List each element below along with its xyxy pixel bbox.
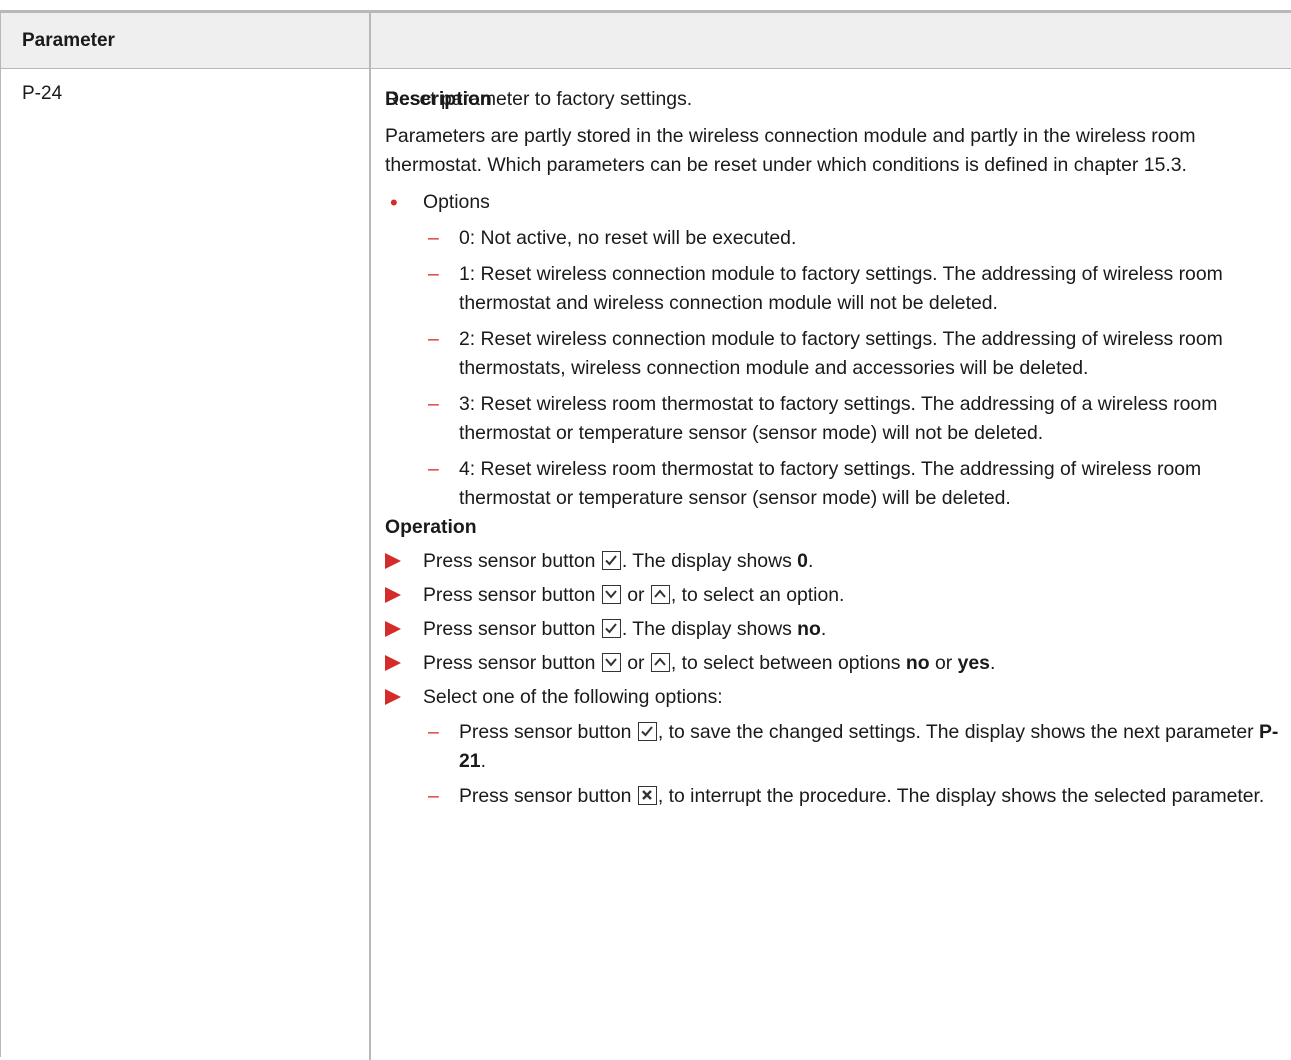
step-text: . [820,618,827,640]
operation-step: Press sensor button or , to select an op… [385,581,1285,610]
table-header: Parameter Description [1,13,1291,110]
step-text: . The display shows [621,550,798,572]
operation-heading: Operation [385,516,477,538]
step-text: Press sensor button [423,618,601,640]
dash-icon: – [428,328,439,350]
step-text: , to save the changed settings. The disp… [657,721,1259,743]
operation-substep: – Press sensor button , to save the chan… [385,718,1285,776]
operation-step: Press sensor button . The display shows … [385,615,1285,644]
description-intro: Reset parameter to factory settings. [385,88,693,110]
check-button-icon [637,722,657,741]
check-button-icon [601,619,621,638]
step-text: Press sensor button [459,721,637,743]
down-button-icon [601,585,621,604]
up-button-icon [650,585,670,604]
arrow-icon [385,621,401,637]
option-item: – 3: Reset wireless room thermostat to f… [385,390,1285,448]
step-text: . [989,652,996,674]
operation-step: Press sensor button . The display shows … [385,547,1285,576]
step-text: or [621,652,650,674]
option-text: 4: Reset wireless room thermostat to fac… [459,458,1202,509]
operation-step: Press sensor button or , to select betwe… [385,649,1285,678]
step-text: Press sensor button [423,652,601,674]
option-text: 0: Not active, no reset will be executed… [459,227,797,249]
header-parameter: Parameter [22,30,115,51]
bullet-dot-icon: • [390,190,398,215]
step-text: . The display shows [621,618,798,640]
description-cell: Reset parameter to factory settings. Par… [385,85,1285,811]
parameter-cell: P-24 [22,83,63,104]
dash-icon: – [428,227,439,249]
dash-icon: – [428,263,439,285]
description-detail: Parameters are partly stored in the wire… [385,125,1196,176]
options-bullet: • Options [385,188,1285,217]
step-text: Press sensor button [423,550,601,572]
option-item: – 1: Reset wireless connection module to… [385,260,1285,318]
arrow-icon [385,689,401,705]
step-text: Select one of the following options: [423,686,723,708]
dash-icon: – [428,458,439,480]
step-text: , to select between options [670,652,906,674]
column-divider [369,13,371,1060]
arrow-icon [385,553,401,569]
display-value: no [797,618,821,640]
check-button-icon [601,551,621,570]
display-value: 0 [797,550,808,572]
arrow-icon [385,587,401,603]
dash-icon: – [428,721,439,743]
option-no: no [905,652,930,674]
option-item: – 2: Reset wireless connection module to… [385,325,1285,383]
operation-substep: – Press sensor button , to interrupt the… [385,782,1285,811]
step-text: . [480,750,486,772]
options-label: Options [423,191,490,213]
option-yes: yes [957,652,990,674]
option-item: – 0: Not active, no reset will be execut… [385,224,1285,253]
step-text: , to select an option. [670,584,845,606]
option-item: – 4: Reset wireless room thermostat to f… [385,455,1285,513]
dash-icon: – [428,785,439,807]
down-button-icon [601,653,621,672]
step-text: Press sensor button [423,584,601,606]
step-text: , to interrupt the procedure. The displa… [657,785,1265,807]
parameter-table: Parameter Description P-24 Reset paramet… [0,10,1291,1060]
option-text: 2: Reset wireless connection module to f… [459,328,1223,379]
dash-icon: – [428,393,439,415]
step-text: Press sensor button [459,785,637,807]
step-text: or [621,584,650,606]
arrow-icon [385,655,401,671]
operation-step: Select one of the following options: [385,683,1285,712]
option-text: 1: Reset wireless connection module to f… [459,263,1223,314]
up-button-icon [650,653,670,672]
step-text: . [807,550,814,572]
row-divider [1,68,1291,69]
step-text: or [929,652,958,674]
option-text: 3: Reset wireless room thermostat to fac… [459,393,1218,444]
cancel-button-icon [637,786,657,805]
